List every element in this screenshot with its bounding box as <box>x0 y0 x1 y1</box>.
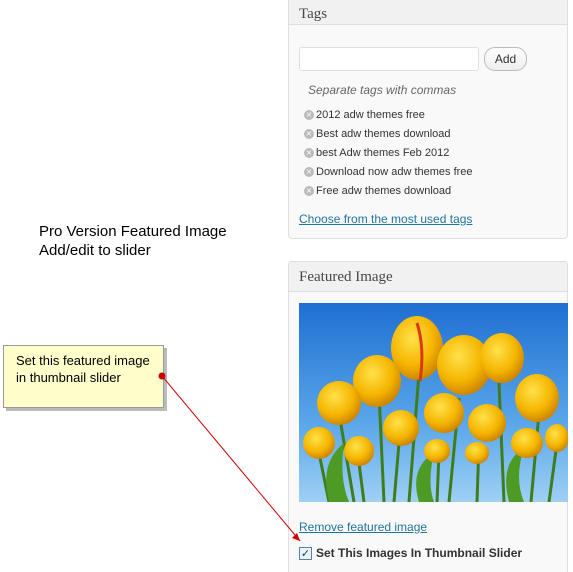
tags-howto-text: Separate tags with commas <box>308 83 457 97</box>
remove-tag-icon[interactable]: × <box>304 185 314 196</box>
tag-item: × Download now adw themes free <box>304 162 473 181</box>
tulips-image <box>299 303 568 502</box>
pro-version-note: Pro Version Featured Image Add/edit to s… <box>39 222 227 260</box>
remove-tag-icon[interactable]: × <box>304 147 314 158</box>
tag-label: 2012 adw themes free <box>316 108 425 121</box>
tag-label: Download now adw themes free <box>316 165 473 178</box>
tag-item: × 2012 adw themes free <box>304 105 473 124</box>
most-used-tags-link[interactable]: Choose from the most used tags <box>299 212 472 226</box>
remove-tag-icon[interactable]: × <box>304 166 314 177</box>
callout-note: Set this featured image in thumbnail sli… <box>3 345 164 408</box>
pro-note-line-1: Pro Version Featured Image <box>39 223 227 240</box>
featured-box-header[interactable]: Featured Image <box>289 262 567 292</box>
remove-tag-icon[interactable]: × <box>304 128 314 139</box>
tag-label: Best adw themes download <box>316 127 451 140</box>
slider-checkbox-label[interactable]: Set This Images In Thumbnail Slider <box>316 546 522 560</box>
add-tag-button[interactable]: Add <box>484 47 527 71</box>
slider-checkbox[interactable]: ✓ <box>299 547 312 560</box>
tag-item: × Best adw themes download <box>304 124 473 143</box>
tag-item: × Free adw themes download <box>304 181 473 200</box>
tag-item: × best Adw themes Feb 2012 <box>304 143 473 162</box>
remove-tag-icon[interactable]: × <box>304 109 314 120</box>
featured-image-meta-box: Featured Image Remove featured image ✓ S… <box>288 261 568 572</box>
featured-box-title: Featured Image <box>299 269 393 285</box>
checkmark-icon: ✓ <box>300 547 311 560</box>
tags-box-title: Tags <box>299 6 328 22</box>
tags-meta-box: Tags Add Separate tags with commas × 2012… <box>288 0 568 239</box>
tags-box-header[interactable]: Tags <box>289 0 567 25</box>
tag-label: best Adw themes Feb 2012 <box>316 146 450 159</box>
featured-image-thumbnail[interactable] <box>299 303 568 502</box>
remove-featured-image-link[interactable]: Remove featured image <box>299 520 427 534</box>
tag-label: Free adw themes download <box>316 184 452 197</box>
tag-list: × 2012 adw themes free × Best adw themes d… <box>304 105 473 200</box>
pro-note-line-2: Add/edit to slider <box>39 242 151 259</box>
new-tag-input[interactable] <box>299 47 479 71</box>
